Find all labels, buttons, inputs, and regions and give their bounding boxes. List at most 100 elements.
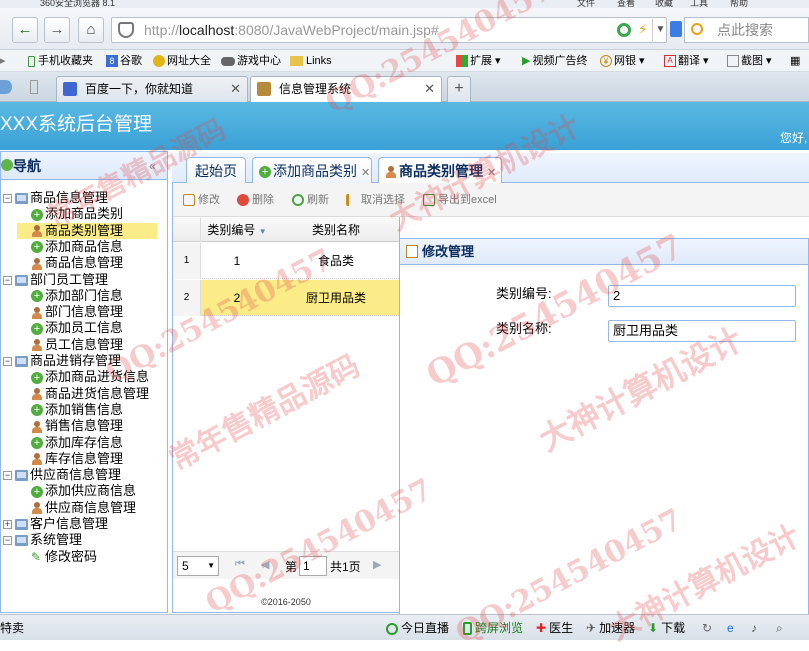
tree-item[interactable]: + 添加商品信息 — [17, 239, 157, 255]
tree-item[interactable]: − 商品进销存管理 — [3, 353, 167, 369]
category-name-input[interactable]: 厨卫用品类 — [608, 320, 796, 342]
new-tab-button[interactable]: + — [447, 76, 471, 102]
menu-view[interactable]: 查看 — [617, 0, 635, 8]
bookmark-mobile[interactable]: 手机收藏夹 — [28, 53, 93, 69]
tree-item[interactable]: 商品类别管理 — [17, 222, 157, 239]
search-input[interactable]: 点此搜索 — [684, 17, 809, 43]
tree-item[interactable]: + 添加供应商信息 — [17, 483, 157, 499]
tree-item[interactable]: + 添加部门信息 — [17, 288, 157, 304]
close-icon[interactable]: ✕ — [230, 77, 241, 101]
user-greeting[interactable]: 您好, — [780, 129, 807, 146]
tab-home[interactable]: 起始页 — [186, 157, 246, 184]
edit-button[interactable]: 修改 — [183, 192, 220, 208]
add-icon: + — [31, 322, 43, 335]
table-row[interactable]: 1 1 食品类 — [173, 243, 399, 279]
tab-info-system[interactable]: 信息管理系统 ✕ — [250, 76, 442, 102]
page-number-input[interactable]: 1 — [299, 556, 327, 576]
menu-file[interactable]: 文件 — [577, 0, 595, 8]
tree-item[interactable]: 商品信息管理 — [17, 255, 157, 271]
tree-item[interactable]: + 添加员工信息 — [17, 320, 157, 336]
delete-button[interactable]: 删除 — [237, 192, 274, 208]
collapse-toggle-icon[interactable]: − — [3, 357, 12, 367]
status-download[interactable]: ⬇ 下载 — [648, 620, 685, 636]
toolbar-extensions[interactable]: 扩展 ▾ — [456, 53, 501, 69]
toolbar-more-icon[interactable]: ▦ — [790, 53, 800, 69]
status-cross-screen[interactable]: 跨屏浏览 — [463, 620, 523, 636]
close-icon[interactable]: ✕ — [487, 167, 496, 179]
tree-item[interactable]: 销售信息管理 — [17, 418, 157, 434]
app-header: XXX系统后台管理 您好, — [0, 102, 809, 150]
menu-tools[interactable]: 工具 — [690, 0, 708, 8]
next-page-icon[interactable]: ▶ — [373, 558, 381, 571]
status-live[interactable]: 今日直播 — [386, 620, 449, 636]
toolbar-translate[interactable]: A 翻译 ▾ — [664, 53, 709, 69]
tab-add-category[interactable]: + 添加商品类别 ✕ — [252, 157, 372, 184]
address-bar[interactable]: http://localhost:8080/JavaWebProject/mai… — [111, 17, 667, 43]
prev-page-icon[interactable]: ◀ — [261, 558, 269, 571]
yen-icon: ¥ — [600, 55, 612, 68]
speed-mode-icon[interactable]: ⚡ — [638, 21, 648, 38]
back-button[interactable]: ← — [12, 17, 38, 43]
status-doctor[interactable]: ✚ 医生 — [536, 620, 573, 636]
close-icon[interactable]: ✕ — [424, 77, 435, 101]
bookmark-links[interactable]: Links — [290, 53, 332, 69]
export-excel-button[interactable]: 导出到excel — [423, 192, 497, 208]
collapse-toggle-icon[interactable]: − — [3, 536, 12, 546]
tree-item[interactable]: 员工信息管理 — [17, 337, 157, 353]
category-id-input[interactable]: 2 — [608, 285, 796, 307]
first-page-icon[interactable]: ⏮ — [235, 558, 245, 571]
tree-item[interactable]: + 添加商品类别 — [17, 206, 157, 222]
toolbar-bank[interactable]: ¥ 网银 ▾ — [600, 53, 645, 69]
page-size-select[interactable]: 5 ▼ — [177, 556, 219, 576]
ie-icon[interactable]: e — [727, 620, 734, 636]
bookmark-games[interactable]: 游戏中心 — [221, 53, 281, 69]
menu-help[interactable]: 帮助 — [730, 0, 748, 8]
tree-item[interactable]: 部门信息管理 — [17, 304, 157, 320]
forward-button[interactable]: → — [44, 17, 70, 43]
bookmarks-more-icon[interactable]: ▸ — [0, 53, 6, 69]
zoom-icon[interactable]: ⌕ — [776, 620, 783, 636]
refresh-button[interactable]: 刷新 — [292, 192, 329, 208]
tree-item[interactable]: + 添加库存信息 — [17, 435, 157, 451]
tree-item[interactable]: 库存信息管理 — [17, 451, 157, 467]
tree-item[interactable]: − 商品信息管理 — [3, 190, 167, 206]
compat-mode-icon[interactable] — [617, 23, 631, 37]
toolbar-video-ad[interactable]: ▶ 视频广告终 — [522, 53, 587, 69]
menu-favorites[interactable]: 收藏 — [655, 0, 673, 8]
collapse-toggle-icon[interactable]: − — [3, 471, 12, 481]
header-category-name[interactable]: 类别名称 — [273, 218, 399, 242]
search-engine-icon[interactable] — [670, 21, 682, 37]
tree-item[interactable]: − 供应商信息管理 — [3, 467, 167, 483]
header-category-id[interactable]: 类别编号 ▼ — [201, 218, 273, 244]
tree-item[interactable]: − 系统管理 — [3, 532, 167, 548]
tree-item[interactable]: + 客户信息管理 — [3, 516, 167, 532]
table-row[interactable]: 2 2 厨卫用品类 — [173, 280, 399, 316]
tree-item[interactable]: − 部门员工管理 — [3, 272, 167, 288]
collapse-toggle-icon[interactable]: − — [3, 275, 12, 285]
status-sync-icon[interactable]: ↻ — [702, 620, 712, 636]
toolbar-screenshot[interactable]: 截图 ▾ — [727, 53, 772, 69]
home-button[interactable]: ⌂ — [78, 17, 104, 43]
close-icon[interactable]: ✕ — [361, 167, 370, 179]
tree-item[interactable]: 商品进货信息管理 — [17, 386, 157, 402]
expand-toggle-icon[interactable]: + — [3, 520, 12, 530]
tab-baidu[interactable]: 百度一下，你就知道 ✕ — [56, 76, 248, 102]
tree-item[interactable]: ✎ 修改密码 — [17, 549, 157, 565]
tab-category-manage[interactable]: 商品类别管理 ✕ — [378, 157, 502, 184]
cloud-icon[interactable] — [0, 80, 12, 94]
collapse-icon[interactable]: « — [149, 152, 156, 180]
tree-item[interactable]: + 添加销售信息 — [17, 402, 157, 418]
tree-item-label: 添加员工信息 — [45, 320, 124, 336]
status-sale[interactable]: 特卖 — [0, 620, 24, 636]
tree-item[interactable]: + 添加商品进货信息 — [17, 369, 157, 385]
sidebar-toggle-icon[interactable] — [30, 80, 38, 94]
chevron-down-icon[interactable]: ▼ — [652, 19, 668, 41]
edit-icon — [183, 194, 195, 207]
speaker-icon[interactable]: ♪ — [751, 620, 757, 636]
collapse-toggle-icon[interactable]: − — [3, 194, 12, 204]
bookmark-google[interactable]: 8 谷歌 — [106, 53, 142, 69]
cancel-select-button[interactable]: 取消选择 — [346, 192, 405, 208]
tree-item[interactable]: 供应商信息管理 — [17, 500, 157, 516]
bookmark-sites[interactable]: 网址大全 — [153, 53, 211, 69]
status-accelerator[interactable]: ✈ 加速器 — [586, 620, 635, 636]
